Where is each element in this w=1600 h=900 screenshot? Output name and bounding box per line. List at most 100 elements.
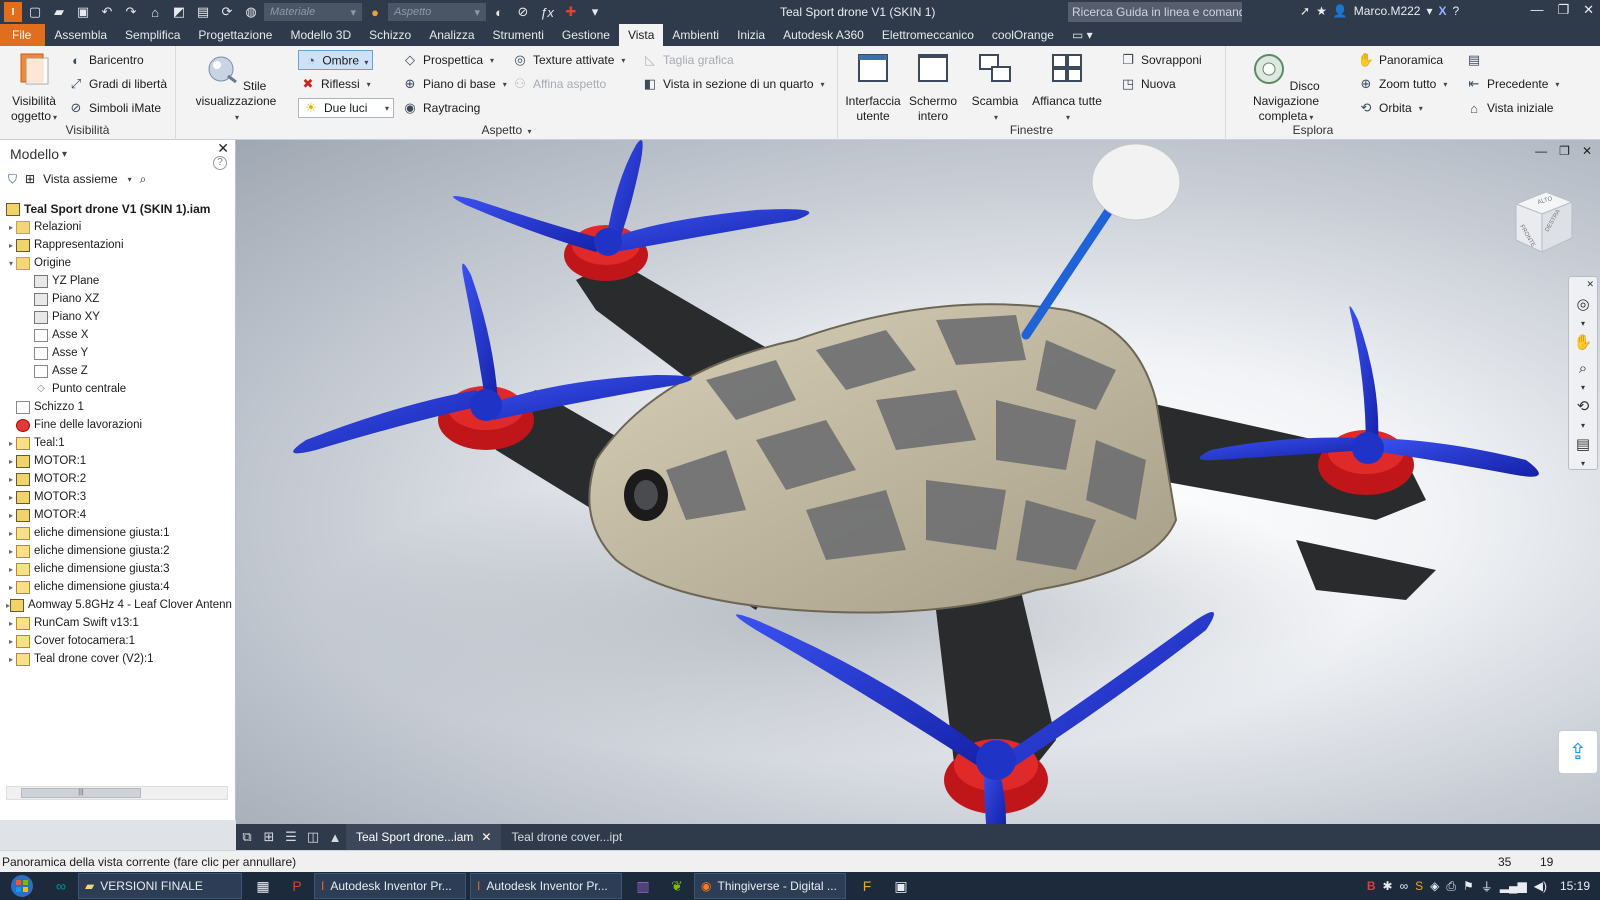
doc-tab-close-icon[interactable]: ✕	[481, 830, 491, 844]
tree-expander-icon[interactable]: ▸	[6, 565, 16, 574]
ribbon-options-icon[interactable]: ▭ ▾	[1063, 24, 1102, 46]
tree-item[interactable]: ▸ MOTOR:4	[0, 506, 232, 524]
tree-item[interactable]: ▸ MOTOR:1	[0, 452, 232, 470]
search-arrow-icon[interactable]: ➚	[1300, 4, 1310, 18]
drone-model[interactable]	[236, 140, 1600, 824]
navbar-pan-icon[interactable]: ✋	[1569, 329, 1597, 355]
navbar-zoom-chevron-icon[interactable]: ▾	[1569, 381, 1597, 393]
bars-app-icon[interactable]: ▥	[626, 873, 660, 899]
minimize-icon[interactable]: —	[1530, 2, 1543, 18]
tab-gestione[interactable]: Gestione	[553, 24, 619, 46]
select-icon[interactable]: ▤	[192, 2, 214, 22]
piano-base-button[interactable]: ⊕ Piano di base ▾	[402, 76, 507, 92]
doc-tab-part[interactable]: Teal drone cover...ipt	[501, 824, 632, 850]
assembly-view-dropdown[interactable]: Vista assieme	[43, 172, 117, 186]
scambia-button[interactable]: Scambia ▾	[966, 52, 1024, 125]
tray-app-icon[interactable]: ◈	[1430, 879, 1439, 893]
interfaccia-utente-button[interactable]: Interfaccia utente	[844, 52, 902, 124]
tray-b-icon[interactable]: B	[1367, 879, 1376, 893]
tree-item[interactable]: ▾ Origine	[0, 254, 232, 272]
navbar-close-icon[interactable]: ✕	[1569, 277, 1597, 291]
tree-item[interactable]: ▸ RunCam Swift v13:1	[0, 614, 232, 632]
doc-tab-assembly[interactable]: Teal Sport drone...iam ✕	[346, 824, 502, 850]
filter-icon[interactable]: ⛉	[8, 172, 17, 187]
calculator-icon[interactable]: ▦	[246, 873, 280, 899]
tab-vista[interactable]: Vista	[618, 24, 664, 46]
powerpoint-icon[interactable]: P	[280, 873, 314, 899]
tab-analizza[interactable]: Analizza	[420, 24, 483, 46]
navbar-chevron-icon[interactable]: ▾	[1569, 317, 1597, 329]
navbar-orbit-icon[interactable]: ⟲	[1569, 393, 1597, 419]
tree-item[interactable]: ▸ eliche dimensione giusta:4	[0, 578, 232, 596]
tree-root[interactable]: Teal Sport drone V1 (SKIN 1).iam	[0, 200, 232, 218]
tree-expander-icon[interactable]: ▸	[6, 511, 16, 520]
simboli-imate-button[interactable]: ⊘ Simboli iMate	[68, 100, 161, 116]
visual-style-button[interactable]: Stile visualizzazione ▾	[182, 52, 290, 125]
tree-expander-icon[interactable]: ▸	[6, 241, 16, 250]
object-visibility-button[interactable]: Visibilità oggetto ▾	[6, 52, 62, 125]
tab-file[interactable]: File	[0, 24, 46, 46]
viewcube[interactable]: ALTO FRONTE DESTRA	[1506, 186, 1580, 260]
gradi-liberta-button[interactable]: ⤢ Gradi di libertà	[68, 76, 167, 92]
tree-item[interactable]: ▸ Teal drone cover (V2):1	[0, 650, 232, 668]
plus-icon[interactable]: ✚	[560, 2, 582, 22]
appearance-dropdown[interactable]: Aspetto ▾	[388, 3, 486, 21]
taskbar-inventor-1[interactable]: I Autodesk Inventor Pr...	[314, 873, 466, 899]
orbita-button[interactable]: ⟲ Orbita ▾	[1358, 100, 1423, 116]
navbar-orbit-chevron-icon[interactable]: ▾	[1569, 419, 1597, 431]
tree-item[interactable]: Piano XY	[0, 308, 232, 326]
browser-title[interactable]: Modello	[10, 146, 59, 162]
lighting-dropdown[interactable]: ☀ Due luci ▾	[298, 98, 394, 118]
redo-icon[interactable]: ↷	[120, 2, 142, 22]
tab-coolorange[interactable]: coolOrange	[983, 24, 1063, 46]
tray-bug-icon[interactable]: ✱	[1383, 879, 1393, 893]
tree-item[interactable]: ▸ eliche dimensione giusta:1	[0, 524, 232, 542]
tree-expander-icon[interactable]: ▸	[6, 439, 16, 448]
close-icon[interactable]: ✕	[1583, 2, 1594, 18]
graphics-viewport[interactable]: — ❐ ✕ ALTO FRONTE DESTRA ✕ ◎ ▾ ✋ ⌕ ▾ ⟲ ▾…	[236, 140, 1600, 824]
viewport-restore-icon[interactable]: ❐	[1559, 144, 1570, 158]
undo-icon[interactable]: ↶	[96, 2, 118, 22]
project-icon[interactable]: ◩	[168, 2, 190, 22]
nuova-button[interactable]: ◳ Nuova	[1120, 76, 1176, 92]
affina-aspetto-button[interactable]: ⚇ Affina aspetto	[512, 76, 606, 92]
new-file-icon[interactable]: ▢	[24, 2, 46, 22]
navbar-customize-icon[interactable]: ▾	[1569, 457, 1597, 469]
scrollbar-thumb[interactable]: |||	[21, 788, 141, 798]
arduino-icon[interactable]: ∞	[44, 873, 78, 899]
start-button[interactable]	[0, 872, 44, 900]
tree-expander-icon[interactable]: ▸	[6, 547, 16, 556]
help-search-input[interactable]: Ricerca Guida in linea e comand	[1068, 2, 1242, 22]
browser-horizontal-scrollbar[interactable]: |||	[6, 786, 228, 800]
tile-vertical-icon[interactable]: ◫	[302, 826, 324, 848]
tree-item[interactable]: Asse Y	[0, 344, 232, 362]
navbar-zoom-icon[interactable]: ⌕	[1569, 355, 1597, 381]
chevron-down-icon[interactable]: ▾	[1426, 4, 1432, 18]
app-f-icon[interactable]: F	[850, 873, 884, 899]
taskbar-firefox[interactable]: ◉ Thingiverse - Digital ...	[694, 873, 846, 899]
tree-expander-icon[interactable]: ▸	[6, 457, 16, 466]
view-face-button[interactable]: ▤	[1466, 52, 1482, 68]
taglia-grafica-button[interactable]: ◺ Taglia grafica	[642, 52, 734, 68]
tree-expander-icon[interactable]: ▸	[6, 529, 16, 538]
app-logo-icon[interactable]: I	[4, 2, 22, 22]
tab-modello-3d[interactable]: Modello 3D	[281, 24, 360, 46]
tray-printer-icon[interactable]: ⎙	[1446, 879, 1456, 894]
restore-icon[interactable]: ❐	[1557, 2, 1569, 18]
tree-item[interactable]: Fine delle lavorazioni	[0, 416, 232, 434]
clear-appearance-icon[interactable]: ⊘	[512, 2, 534, 22]
tray-volume-icon[interactable]: ◀)	[1534, 879, 1547, 893]
cascade-windows-icon[interactable]: ⧉	[236, 826, 258, 848]
tree-item[interactable]: ▸ Rappresentazioni	[0, 236, 232, 254]
customize-qa-icon[interactable]: ▾	[584, 2, 606, 22]
tile-windows-icon[interactable]: ⊞	[258, 826, 280, 848]
tab-autodesk-a360[interactable]: Autodesk A360	[774, 24, 873, 46]
tab-schizzo[interactable]: Schizzo	[360, 24, 420, 46]
raytracing-button[interactable]: ◉ Raytracing	[402, 100, 480, 116]
browser-help-icon[interactable]: ?	[213, 156, 227, 170]
tree-item[interactable]: Piano XZ	[0, 290, 232, 308]
help-icon[interactable]: ?	[1453, 4, 1460, 18]
viewport-close-icon[interactable]: ✕	[1582, 144, 1592, 158]
browser-close-icon[interactable]: ✕	[217, 140, 229, 157]
tree-item[interactable]: ▸ eliche dimensione giusta:2	[0, 542, 232, 560]
